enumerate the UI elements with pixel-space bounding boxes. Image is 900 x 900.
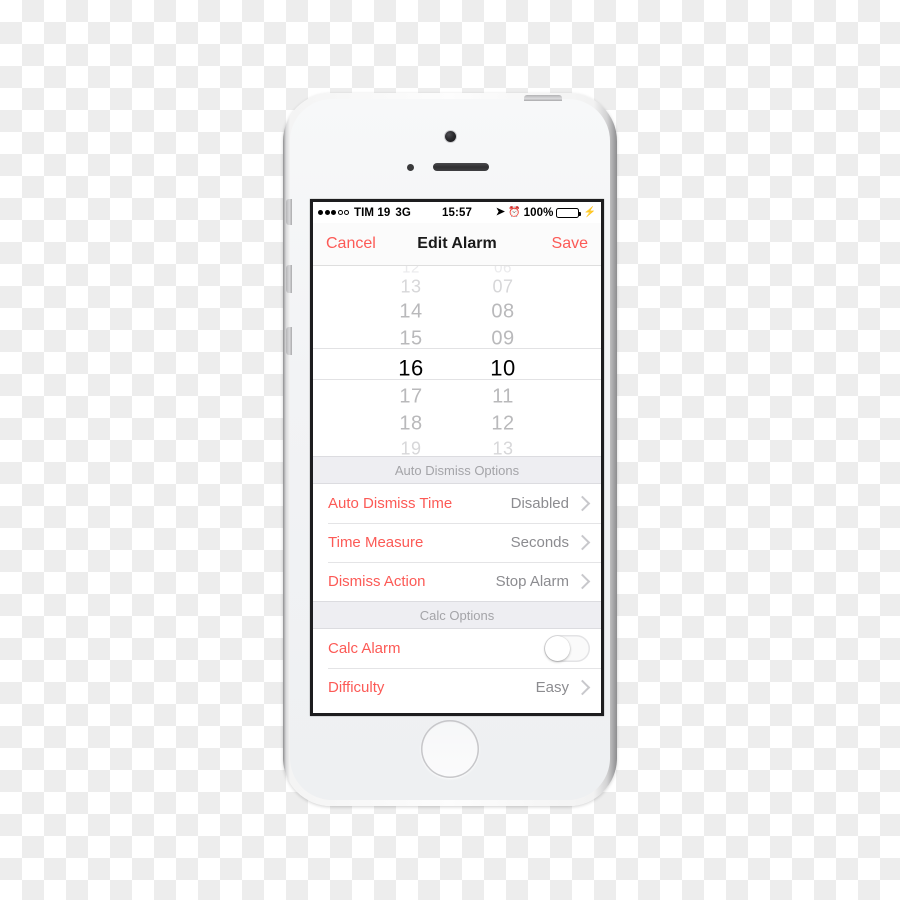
row-value: Stop Alarm: [495, 573, 569, 590]
picker-item[interactable]: 07: [492, 276, 513, 299]
picker-item[interactable]: 15: [399, 326, 422, 353]
picker-item[interactable]: 08: [491, 299, 514, 326]
earpiece-speaker-icon: [433, 163, 489, 171]
signal-strength-icon: [318, 210, 349, 215]
phone-front-face: TIM 19 3G 15:57 ➤ ⏰ 100% ⚡ Cancel Edit A…: [286, 95, 610, 800]
picker-item[interactable]: 18: [399, 411, 422, 438]
status-bar-clock: 15:57: [442, 206, 472, 219]
picker-item[interactable]: 14: [399, 299, 422, 326]
row-auto-dismiss-time[interactable]: Auto Dismiss Time Disabled: [313, 484, 601, 523]
row-value: Seconds: [510, 534, 569, 551]
location-arrow-icon: ➤: [495, 206, 506, 218]
section-header-calc-options: Calc Options: [313, 601, 601, 629]
row-difficulty[interactable]: Difficulty Easy: [313, 668, 601, 707]
row-label: Calc Alarm: [328, 640, 401, 657]
page-title: Edit Alarm: [417, 235, 497, 252]
calc-alarm-toggle[interactable]: [544, 635, 590, 662]
status-bar-right: ➤ ⏰ 100% ⚡: [472, 207, 596, 219]
navigation-bar: Cancel Edit Alarm Save: [313, 223, 601, 266]
picker-item[interactable]: 17: [399, 384, 422, 411]
carrier-name: TIM 19: [354, 206, 391, 219]
power-button[interactable]: [524, 95, 562, 101]
picker-item[interactable]: 13: [400, 276, 421, 299]
row-value: Easy: [535, 679, 569, 696]
battery-icon: [556, 207, 582, 218]
iphone-device: TIM 19 3G 15:57 ➤ ⏰ 100% ⚡ Cancel Edit A…: [283, 93, 617, 806]
volume-down-button[interactable]: [286, 327, 292, 355]
picker-item[interactable]: 13: [492, 438, 513, 457]
chevron-right-icon: [574, 495, 591, 512]
row-label: Time Measure: [328, 534, 424, 551]
alarm-clock-icon: ⏰: [508, 206, 521, 218]
phone-screen: TIM 19 3G 15:57 ➤ ⏰ 100% ⚡ Cancel Edit A…: [313, 202, 601, 713]
chevron-right-icon: [574, 679, 591, 696]
row-label: Auto Dismiss Time: [328, 495, 453, 512]
picker-column-hours[interactable]: 12 13 14 15 16 17 18 19: [381, 266, 441, 456]
front-camera-icon: [444, 131, 456, 142]
status-bar-left: TIM 19 3G: [318, 207, 442, 219]
row-dismiss-action[interactable]: Dismiss Action Stop Alarm: [313, 562, 601, 601]
screen-bezel: TIM 19 3G 15:57 ➤ ⏰ 100% ⚡ Cancel Edit A…: [310, 199, 604, 716]
network-type: 3G: [395, 206, 411, 219]
charging-bolt-icon: ⚡: [583, 206, 597, 218]
picker-columns: 12 13 14 15 16 17 18 19 06 07 08 09 10 1…: [313, 266, 601, 456]
chevron-right-icon: [574, 573, 591, 590]
row-value: Disabled: [510, 495, 569, 512]
picker-item[interactable]: 11: [492, 384, 514, 411]
row-time-measure[interactable]: Time Measure Seconds: [313, 523, 601, 562]
home-button[interactable]: [421, 720, 479, 778]
picker-column-minutes[interactable]: 06 07 08 09 10 11 12 13: [473, 266, 533, 456]
mute-switch[interactable]: [286, 199, 292, 225]
picker-item[interactable]: 12: [491, 411, 514, 438]
save-button[interactable]: Save: [497, 235, 588, 253]
picker-selected-hour[interactable]: 16: [398, 353, 423, 384]
picker-item: 06: [494, 266, 512, 276]
picker-selected-minute[interactable]: 10: [490, 353, 515, 384]
status-bar: TIM 19 3G 15:57 ➤ ⏰ 100% ⚡: [313, 202, 601, 223]
picker-item[interactable]: 09: [491, 326, 514, 353]
row-label: Difficulty: [328, 679, 385, 696]
row-calc-alarm[interactable]: Calc Alarm: [313, 629, 601, 668]
chevron-right-icon: [574, 534, 591, 551]
toggle-knob: [545, 636, 570, 661]
row-label: Dismiss Action: [328, 573, 426, 590]
proximity-sensor-icon: [407, 164, 414, 171]
time-picker[interactable]: 12 13 14 15 16 17 18 19 06 07 08 09 10 1…: [313, 266, 601, 456]
picker-item: 12: [402, 266, 420, 276]
volume-up-button[interactable]: [286, 265, 292, 293]
battery-percent-label: 100%: [523, 206, 554, 219]
status-bar-center: 15:57: [442, 207, 472, 219]
section-header-auto-dismiss: Auto Dismiss Options: [313, 456, 601, 484]
cancel-button[interactable]: Cancel: [326, 235, 417, 253]
picker-item[interactable]: 19: [400, 438, 421, 457]
